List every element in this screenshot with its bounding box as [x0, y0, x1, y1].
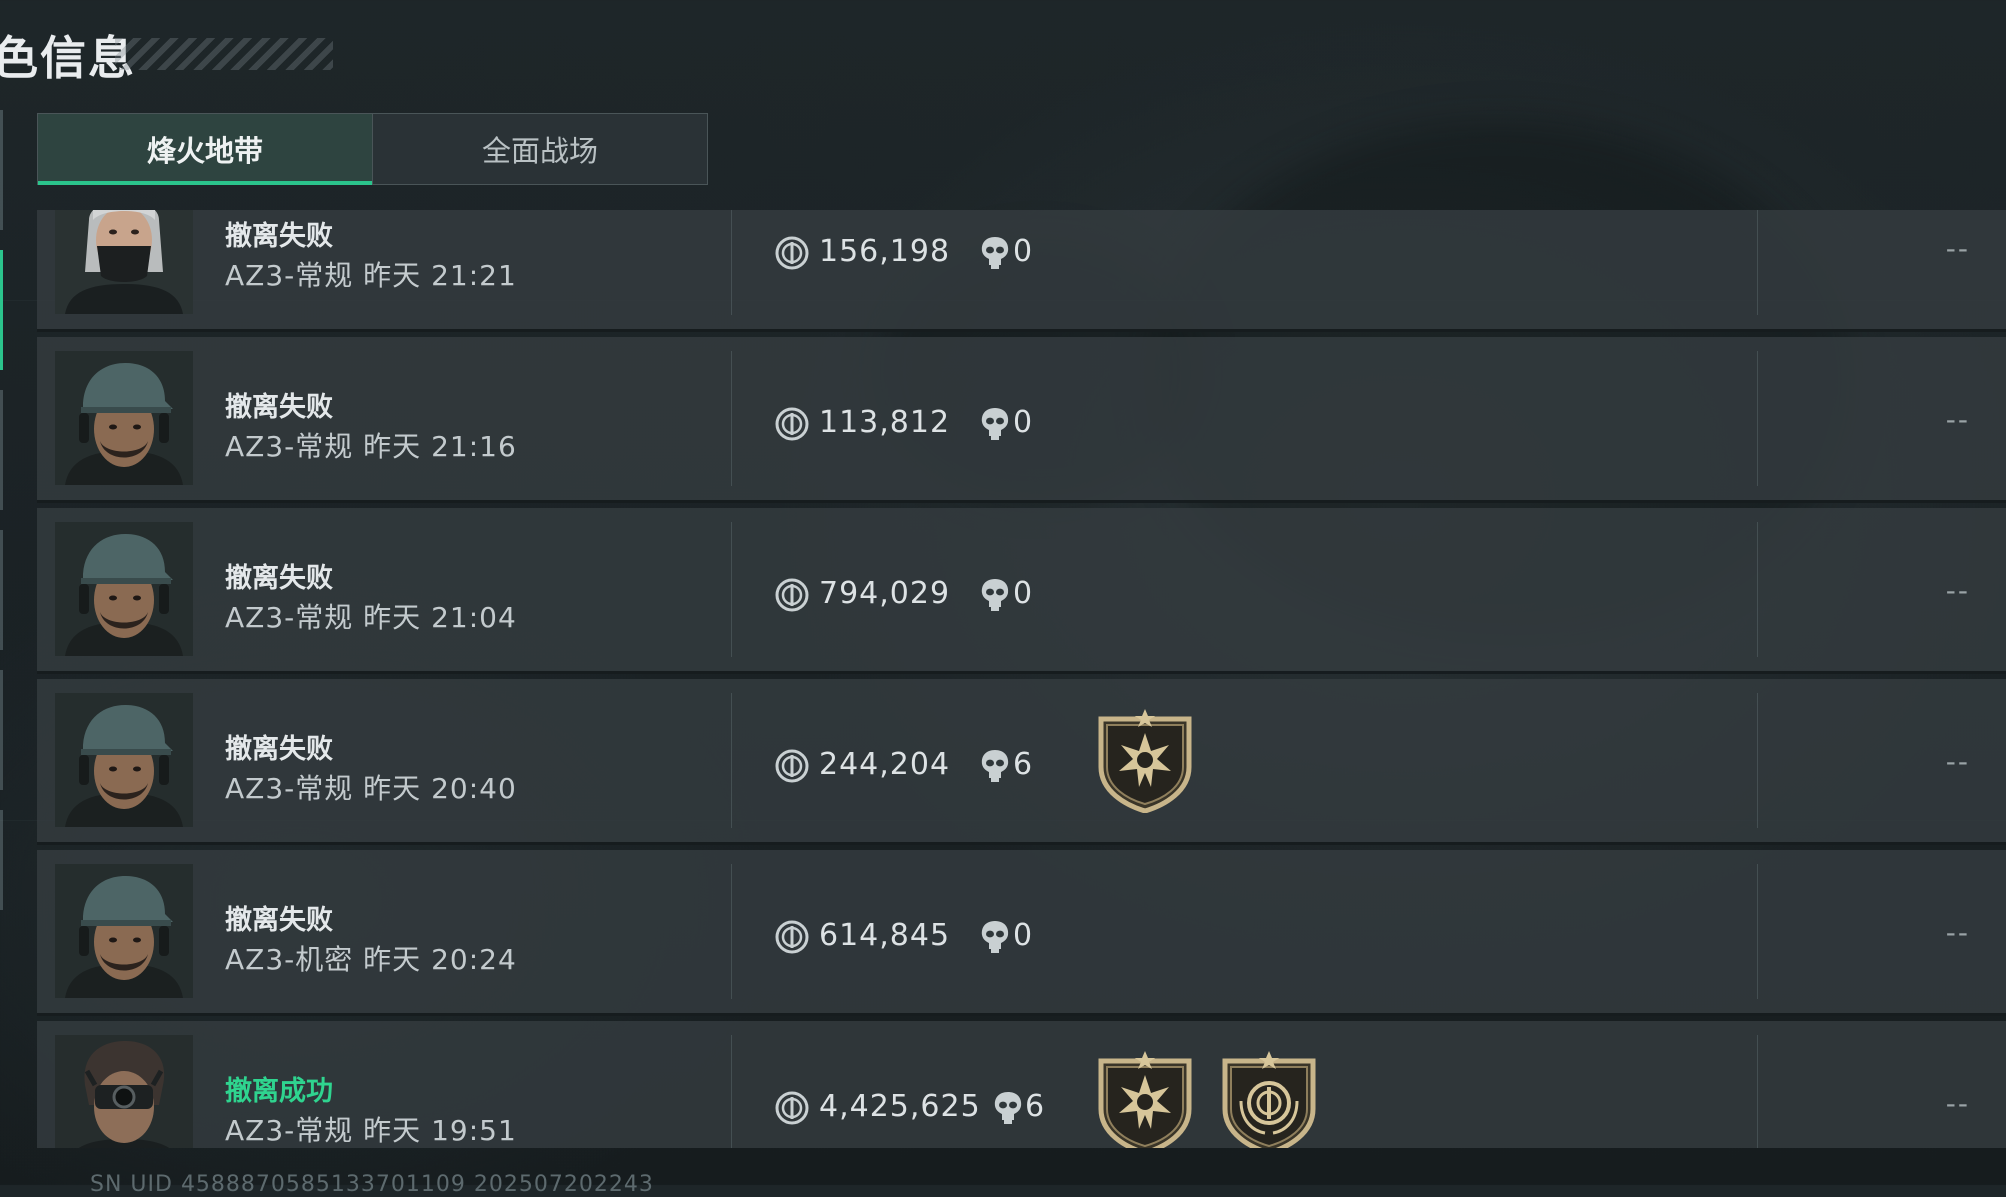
loot-value: 4,425,625: [819, 1089, 981, 1124]
match-time: 昨天 19:51: [363, 1114, 517, 1147]
loot-value: 614,845: [819, 918, 951, 953]
currency-icon: [775, 749, 809, 783]
operator-avatar: [55, 210, 193, 314]
map-and-time: AZ3-常规 昨天 21:21: [225, 254, 517, 294]
kill-count: 0: [1013, 576, 1033, 611]
extraction-status: 撤离失败: [225, 563, 333, 594]
column-divider: [731, 693, 732, 828]
result-placeholder: --: [1945, 1087, 1970, 1120]
skull-icon: [979, 919, 1011, 955]
operator-avatar: [55, 522, 193, 656]
map-and-time: AZ3-常规 昨天 19:51: [225, 1109, 517, 1148]
column-divider: [731, 522, 732, 657]
result-placeholder: --: [1945, 232, 1970, 265]
match-time: 昨天 20:24: [363, 943, 517, 976]
currency-icon: [775, 920, 809, 954]
map-mode: AZ3-常规: [225, 259, 354, 292]
tab-fenghuo[interactable]: 烽火地带: [38, 114, 372, 185]
map-and-time: AZ3-常规 昨天 21:16: [225, 425, 517, 465]
male-cap-headset-operator-icon: [55, 864, 193, 998]
match-record-list: 撤离失败 AZ3-常规 昨天 21:21 156,198 0 -- 撤离失败 AZ3-常规 …: [37, 210, 2006, 1148]
loot-value: 244,204: [819, 747, 951, 782]
mode-tabs: 烽火地带 全面战场: [37, 113, 708, 185]
column-divider: [1757, 693, 1758, 828]
operator-avatar: [55, 351, 193, 485]
skull-icon: [992, 1090, 1024, 1126]
match-time: 昨天 21:04: [363, 601, 517, 634]
extraction-status: 撤离失败: [225, 221, 333, 252]
operator-avatar: [55, 693, 193, 827]
operator-avatar: [55, 1035, 193, 1148]
match-record-row[interactable]: 撤离失败 AZ3-常规 昨天 21:21 156,198 0 --: [37, 210, 2006, 332]
skull-icon: [979, 235, 1011, 271]
star-burst-badge-icon[interactable]: [1095, 1051, 1195, 1148]
match-record-row[interactable]: 撤离失败 AZ3-常规 昨天 20:40 244,204 6 --: [37, 679, 2006, 845]
tab-quanmian[interactable]: 全面战场: [372, 114, 707, 184]
map-mode: AZ3-常规: [225, 601, 354, 634]
currency-laurel-badge-icon[interactable]: [1219, 1051, 1319, 1148]
currency-icon: [775, 578, 809, 612]
currency-icon: [775, 1091, 809, 1125]
left-rail: [0, 110, 4, 910]
female-masked-operator-icon: [55, 210, 193, 314]
match-record-row[interactable]: 撤离成功 AZ3-常规 昨天 19:51 4,425,625 6 --: [37, 1021, 2006, 1148]
title-decoration: [115, 38, 333, 70]
result-placeholder: --: [1945, 403, 1970, 436]
extraction-status: 撤离失败: [225, 905, 333, 936]
match-time: 昨天 21:16: [363, 430, 517, 463]
match-record-row[interactable]: 撤离失败 AZ3-机密 昨天 20:24 614,845 0 --: [37, 850, 2006, 1016]
male-cap-headset-operator-icon: [55, 351, 193, 485]
result-placeholder: --: [1945, 745, 1970, 778]
kill-count: 6: [1025, 1089, 1045, 1124]
map-and-time: AZ3-常规 昨天 20:40: [225, 767, 517, 807]
map-and-time: AZ3-常规 昨天 21:04: [225, 596, 517, 636]
kill-count: 6: [1013, 747, 1033, 782]
map-and-time: AZ3-机密 昨天 20:24: [225, 938, 517, 978]
match-time: 昨天 20:40: [363, 772, 517, 805]
extraction-status: 撤离成功: [225, 1076, 333, 1107]
match-record-row[interactable]: 撤离失败 AZ3-常规 昨天 21:04 794,029 0 --: [37, 508, 2006, 674]
column-divider: [1757, 522, 1758, 657]
skull-icon: [979, 406, 1011, 442]
extraction-status: 撤离失败: [225, 734, 333, 765]
skull-icon: [979, 748, 1011, 784]
extraction-status: 撤离失败: [225, 392, 333, 423]
kill-count: 0: [1013, 405, 1033, 440]
column-divider: [1757, 210, 1758, 315]
map-mode: AZ3-常规: [225, 430, 354, 463]
loot-value: 113,812: [819, 405, 951, 440]
star-burst-badge-icon[interactable]: [1095, 709, 1195, 813]
result-placeholder: --: [1945, 916, 1970, 949]
column-divider: [731, 351, 732, 486]
currency-icon: [775, 236, 809, 270]
match-record-row[interactable]: 撤离失败 AZ3-常规 昨天 21:16 113,812 0 --: [37, 337, 2006, 503]
column-divider: [1757, 1035, 1758, 1148]
tab-label: 烽火地带: [146, 134, 263, 168]
male-cap-headset-operator-icon: [55, 693, 193, 827]
kill-count: 0: [1013, 234, 1033, 269]
map-mode: AZ3-常规: [225, 1114, 354, 1147]
loot-value: 794,029: [819, 576, 951, 611]
column-divider: [1757, 351, 1758, 486]
loot-value: 156,198: [819, 234, 951, 269]
male-cap-headset-operator-icon: [55, 522, 193, 656]
column-divider: [731, 1035, 732, 1148]
currency-icon: [775, 407, 809, 441]
match-time: 昨天 21:21: [363, 259, 517, 292]
column-divider: [731, 864, 732, 999]
map-mode: AZ3-常规: [225, 772, 354, 805]
column-divider: [1757, 864, 1758, 999]
skull-icon: [979, 577, 1011, 613]
column-divider: [731, 210, 732, 315]
tab-label: 全面战场: [481, 134, 598, 168]
operator-avatar: [55, 864, 193, 998]
map-mode: AZ3-机密: [225, 943, 354, 976]
kill-count: 0: [1013, 918, 1033, 953]
result-placeholder: --: [1945, 574, 1970, 607]
night-vision-operator-icon: [55, 1035, 193, 1148]
